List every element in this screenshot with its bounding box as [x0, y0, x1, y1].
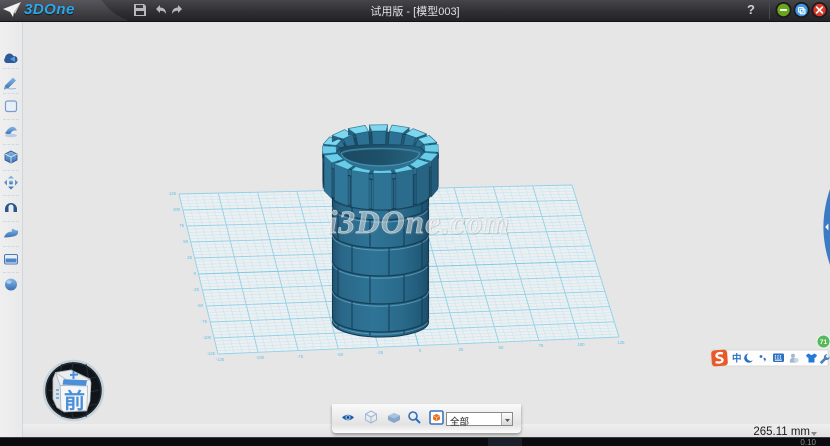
svg-text:75: 75 — [539, 343, 544, 348]
svg-text:0: 0 — [194, 271, 197, 276]
svg-text:i3DOne.com: i3DOne.com — [328, 205, 509, 241]
svg-text:-100: -100 — [256, 355, 265, 360]
svg-text:-50: -50 — [197, 303, 204, 308]
svg-text:-25: -25 — [193, 287, 200, 292]
svg-text:25: 25 — [459, 347, 464, 352]
svg-text:75: 75 — [179, 223, 184, 228]
svg-text:-125: -125 — [206, 351, 215, 356]
svg-text:100: 100 — [173, 207, 181, 212]
svg-text:0: 0 — [419, 348, 422, 353]
svg-text:前: 前 — [64, 389, 85, 413]
svg-text:50: 50 — [183, 239, 188, 244]
svg-text:100: 100 — [577, 342, 585, 347]
svg-text:125: 125 — [169, 191, 177, 196]
svg-text:-25: -25 — [377, 350, 384, 355]
svg-text:71: 71 — [820, 339, 828, 346]
svg-text:-75: -75 — [201, 319, 208, 324]
svg-text:25: 25 — [187, 255, 192, 260]
svg-text:-100: -100 — [202, 335, 211, 340]
svg-text:-50: -50 — [337, 352, 344, 357]
svg-text:50: 50 — [499, 345, 504, 350]
svg-text:-75: -75 — [297, 354, 304, 359]
svg-text:中: 中 — [732, 353, 742, 365]
svg-text:-125: -125 — [216, 357, 225, 362]
svg-text:125: 125 — [617, 340, 625, 345]
